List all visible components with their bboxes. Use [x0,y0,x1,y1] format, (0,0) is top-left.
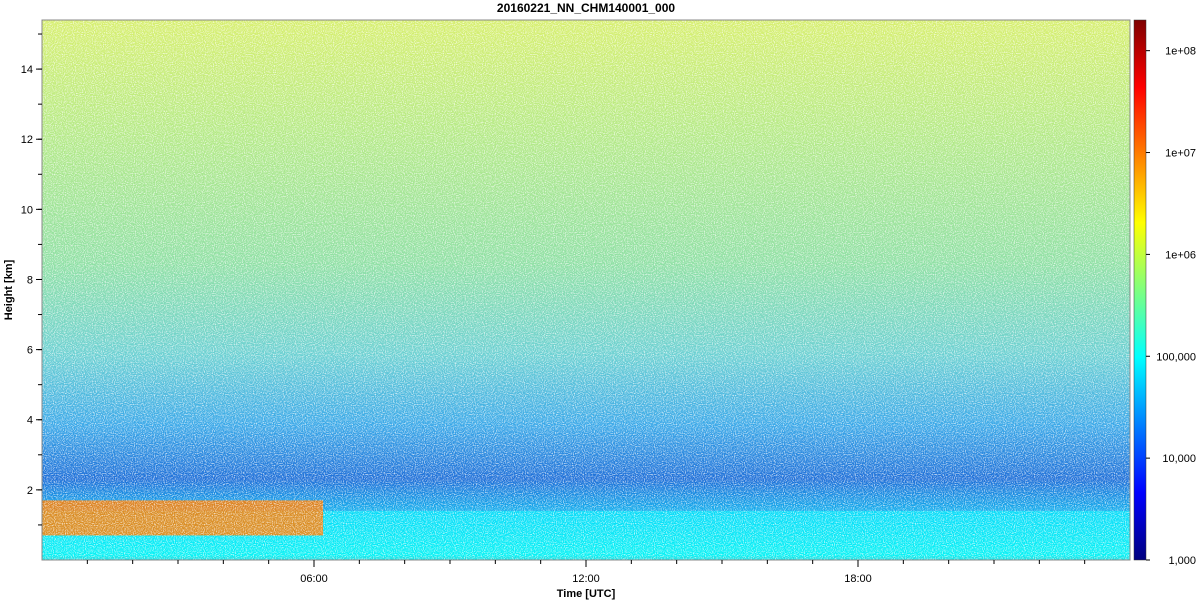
colorbar-ramp [1133,19,1147,561]
y-axis: 2 4 6 8 10 12 14 [21,33,42,526]
colorbar-ticks: 1,000 10,000 100,000 1e+06 1e+07 1e+08 [1146,46,1196,567]
x-tick-label: 06:00 [300,573,328,585]
colorbar-tick-label: 100,000 [1156,351,1196,363]
colorbar-tick-label: 10,000 [1162,453,1196,465]
y-tick-label: 4 [27,415,33,427]
x-tick-label: 12:00 [572,573,600,585]
x-axis-title: Time [UTC] [557,588,616,600]
colorbar-tick-label: 1e+07 [1165,148,1196,160]
y-tick-label: 10 [21,204,33,216]
colorbar-tick-label: 1e+08 [1165,46,1196,58]
y-axis-title: Height [km] [3,259,15,320]
chart-title: 20160221_NN_CHM140001_000 [497,1,675,15]
colorbar-tick-label: 1,000 [1168,555,1196,567]
y-tick-label: 8 [27,274,33,286]
y-tick-label: 6 [27,345,33,357]
noise-speckle [42,20,1130,560]
y-tick-label: 14 [21,64,33,76]
y-tick-label: 2 [27,485,33,497]
x-axis: 06:00 12:00 18:00 [86,560,1086,585]
x-tick-label: 18:00 [844,573,872,585]
chart: 20160221_NN_CHM140001_000 06:00 12:00 18:0… [3,1,1196,600]
y-tick-label: 12 [21,134,33,146]
colorbar-tick-label: 1e+06 [1165,249,1196,261]
colorbar: 1,000 10,000 100,000 1e+06 1e+07 1e+08 [1133,19,1196,567]
plot-area [42,20,1130,560]
